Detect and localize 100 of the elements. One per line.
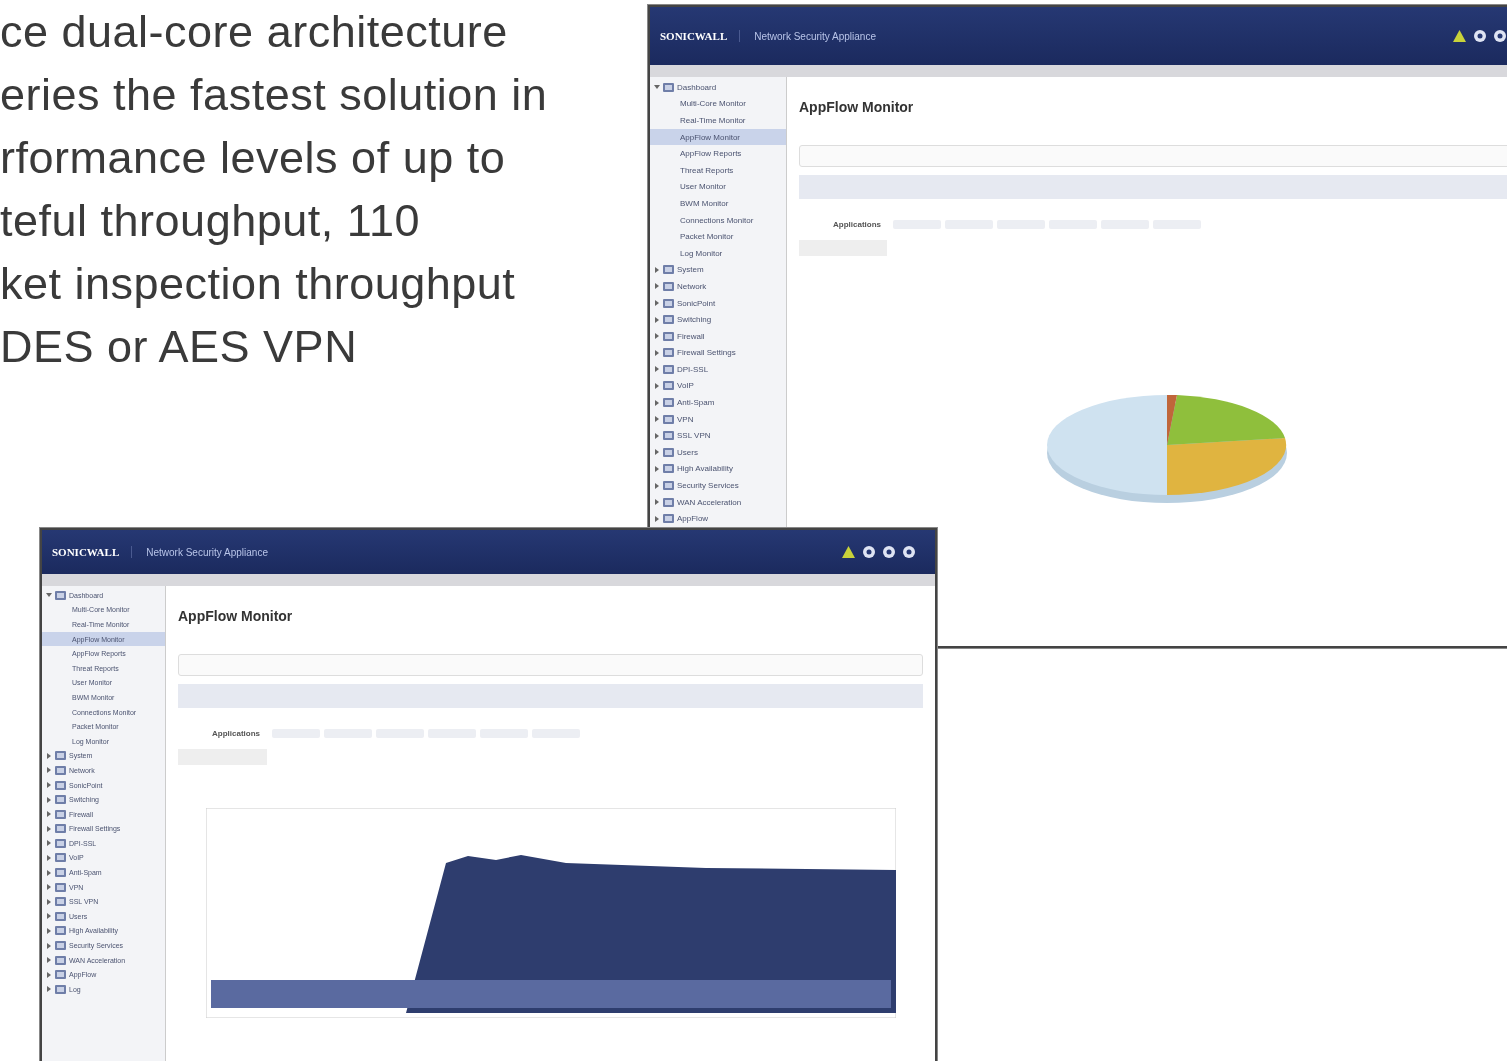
- sidebar-item[interactable]: DPI-SSL: [677, 364, 709, 374]
- collapsed-caret-icon[interactable]: [654, 465, 660, 472]
- sidebar-item[interactable]: Firewall Settings: [677, 348, 736, 358]
- collapsed-caret-icon[interactable]: [46, 927, 52, 934]
- folder-icon: [55, 881, 66, 893]
- sidebar-item[interactable]: VPN: [677, 414, 694, 424]
- sidebar-item[interactable]: Network: [677, 281, 707, 291]
- sidebar-subitem[interactable]: Connections Monitor: [650, 211, 786, 229]
- expanded-caret-icon[interactable]: [46, 592, 52, 599]
- collapsed-caret-icon[interactable]: [654, 300, 660, 306]
- collapsed-caret-icon[interactable]: [46, 796, 52, 803]
- collapsed-caret-icon[interactable]: [654, 399, 660, 406]
- sidebar-item[interactable]: Users: [677, 447, 698, 457]
- folder-icon: [55, 589, 66, 601]
- sidebar-subitem[interactable]: AppFlow Monitor: [650, 128, 786, 146]
- collapsed-caret-icon[interactable]: [46, 913, 52, 920]
- collapsed-caret-icon[interactable]: [654, 432, 660, 439]
- collapsed-caret-icon[interactable]: [654, 416, 660, 423]
- folder-icon: [55, 808, 66, 820]
- collapsed-caret-icon[interactable]: [654, 283, 660, 290]
- folder-icon: [663, 446, 674, 458]
- folder-icon: [55, 910, 66, 922]
- collapsed-caret-icon[interactable]: [654, 366, 660, 373]
- folder-icon: [55, 983, 66, 995]
- sidebar-subitem[interactable]: BWM Monitor: [650, 195, 786, 212]
- warning-icon[interactable]: [842, 546, 855, 558]
- folder-icon: [663, 413, 674, 425]
- collapsed-caret-icon[interactable]: [654, 383, 660, 389]
- brochure-text-line: ce dual-core architecture: [0, 5, 508, 59]
- folder-icon: [55, 940, 66, 952]
- sidebar-subitem[interactable]: AppFlow Reports: [650, 145, 786, 162]
- sidebar-subitem[interactable]: Multi-Core Monitor: [650, 95, 786, 113]
- folder-icon: [663, 347, 674, 359]
- sidebar-item[interactable]: Dashboard: [677, 82, 717, 92]
- collapsed-caret-icon[interactable]: [46, 986, 52, 993]
- sidebar-item[interactable]: High Availability: [677, 464, 733, 474]
- collapsed-caret-icon[interactable]: [654, 349, 660, 356]
- circle-icon[interactable]: [903, 546, 915, 558]
- sidebar-item[interactable]: WAN Acceleration: [677, 497, 742, 507]
- collapsed-caret-icon[interactable]: [46, 855, 52, 861]
- folder-icon: [663, 297, 674, 309]
- brochure-text-line: eries the fastest solution in: [0, 68, 548, 122]
- collapsed-caret-icon[interactable]: [46, 811, 52, 818]
- collapsed-caret-icon[interactable]: [654, 266, 660, 273]
- warning-icon[interactable]: [1453, 30, 1466, 42]
- folder-icon: [663, 314, 674, 326]
- collapsed-caret-icon[interactable]: [654, 333, 660, 340]
- logo: SONICWALL: [660, 30, 741, 42]
- sidebar-subitem[interactable]: Threat Reports: [650, 161, 786, 179]
- window-title: Network Security Appliance: [754, 30, 876, 42]
- expanded-caret-icon[interactable]: [654, 84, 660, 91]
- circle-icon[interactable]: [883, 546, 895, 558]
- page-title: AppFlow Monitor: [799, 99, 914, 115]
- folder-icon: [663, 330, 674, 342]
- folder-icon: [55, 750, 66, 762]
- sidebar-item[interactable]: VoIP: [677, 381, 694, 391]
- collapsed-caret-icon[interactable]: [46, 869, 52, 876]
- folder-icon: [55, 852, 66, 864]
- folder-icon: [663, 430, 674, 442]
- circle-icon[interactable]: [863, 546, 875, 558]
- circle-icon[interactable]: [1494, 30, 1506, 42]
- collapsed-caret-icon[interactable]: [46, 825, 52, 832]
- brochure-text-line: DES or AES VPN: [0, 320, 358, 374]
- collapsed-caret-icon[interactable]: [46, 752, 52, 759]
- sidebar-subitem[interactable]: Packet Monitor: [650, 228, 786, 245]
- folder-icon: [663, 480, 674, 492]
- circle-icon[interactable]: [1474, 30, 1486, 42]
- collapsed-caret-icon[interactable]: [46, 942, 52, 949]
- sidebar-item[interactable]: System: [677, 265, 704, 275]
- collapsed-caret-icon[interactable]: [654, 482, 660, 489]
- brochure-text-line: teful throughput, 110: [0, 194, 420, 248]
- collapsed-caret-icon[interactable]: [654, 499, 660, 506]
- page-title: AppFlow Monitor: [178, 608, 293, 624]
- collapsed-caret-icon[interactable]: [654, 316, 660, 323]
- sidebar-item[interactable]: Switching: [677, 315, 712, 325]
- sidebar-item[interactable]: SSL VPN: [677, 431, 711, 441]
- folder-icon: [663, 496, 674, 508]
- folder-icon: [663, 380, 674, 392]
- collapsed-caret-icon[interactable]: [46, 898, 52, 905]
- sidebar-item[interactable]: Security Services: [677, 481, 739, 491]
- sidebar-item[interactable]: AppFlow: [677, 514, 709, 524]
- collapsed-caret-icon[interactable]: [46, 957, 52, 964]
- collapsed-caret-icon[interactable]: [46, 971, 52, 978]
- collapsed-caret-icon[interactable]: [654, 515, 660, 522]
- sidebar-item[interactable]: Firewall: [677, 331, 705, 341]
- folder-icon: [55, 954, 66, 966]
- sidebar-subitem[interactable]: User Monitor: [650, 178, 786, 196]
- brochure-text-line: ket inspection throughput: [0, 257, 516, 311]
- folder-icon: [663, 81, 674, 93]
- sidebar-subitem[interactable]: Log Monitor: [650, 244, 786, 262]
- sidebar-subitem[interactable]: Real-Time Monitor: [650, 112, 786, 129]
- folder-icon: [663, 280, 674, 292]
- collapsed-caret-icon[interactable]: [654, 449, 660, 456]
- sidebar-item[interactable]: SonicPoint: [677, 298, 716, 308]
- collapsed-caret-icon[interactable]: [46, 840, 52, 847]
- sidebar-item[interactable]: Anti-Spam: [677, 398, 715, 408]
- collapsed-caret-icon[interactable]: [46, 782, 52, 788]
- folder-icon: [55, 896, 66, 908]
- collapsed-caret-icon[interactable]: [46, 767, 52, 774]
- collapsed-caret-icon[interactable]: [46, 884, 52, 891]
